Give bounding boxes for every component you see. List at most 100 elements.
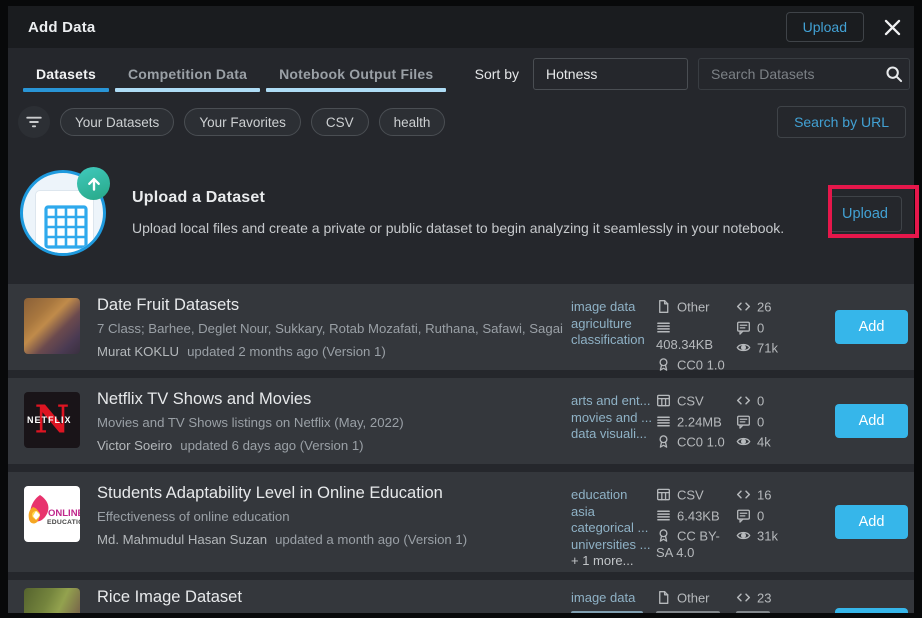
file-icon (656, 591, 677, 606)
license-icon (656, 357, 677, 372)
header-upload-button[interactable]: Upload (786, 12, 864, 42)
tag-link[interactable]: classification (571, 332, 655, 349)
filter-bar: Your Datasets Your Favorites CSV health … (8, 100, 914, 144)
search-by-url-button[interactable]: Search by URL (777, 106, 906, 138)
search-input[interactable] (709, 65, 885, 83)
filter-icon[interactable] (18, 106, 50, 138)
banner-upload-button[interactable]: Upload (828, 196, 902, 232)
dataset-meta-file: CSV 6.43KB CC BY-SA 4.0 (656, 472, 734, 572)
dataset-author[interactable]: Murat KOKLU (97, 344, 179, 359)
dataset-title[interactable]: Students Adaptability Level in Online Ed… (97, 484, 555, 503)
dataset-title[interactable]: Netflix TV Shows and Movies (97, 390, 555, 409)
dataset-thumbnail (24, 298, 80, 354)
search-box (698, 58, 910, 90)
tag-link[interactable]: image data (571, 590, 655, 607)
dataset-thumbnail: N NETFLIX (24, 392, 80, 448)
dataset-author[interactable]: Victor Soeiro (97, 438, 172, 453)
modal-header: Add Data Upload (8, 6, 914, 48)
dataset-meta-stats: 0 0 4k (736, 378, 808, 464)
license-icon (656, 435, 677, 450)
dataset-byline: Victor Soeiroupdated 6 days ago (Version… (97, 438, 555, 453)
tag-link[interactable]: universities ... (571, 537, 655, 554)
comment-icon (736, 320, 757, 335)
tag-link[interactable]: asia (571, 504, 655, 521)
eye-icon (736, 435, 757, 450)
dataset-title[interactable]: Rice Image Dataset (97, 588, 555, 607)
file-icon (656, 300, 677, 315)
modal-title: Add Data (28, 19, 95, 36)
tag-link[interactable]: categorical ... (571, 520, 655, 537)
size-icon (656, 508, 677, 523)
tag-link[interactable]: movies and ... (571, 410, 655, 427)
size-icon (656, 414, 677, 429)
comment-icon (736, 414, 757, 429)
clipped-tag-placeholder (571, 611, 643, 614)
tag-link[interactable]: arts and ent... (571, 393, 655, 410)
dataset-meta-stats: 16 0 31k (736, 472, 808, 572)
dataset-tags: image data agriculture classification (571, 284, 655, 370)
chip-csv[interactable]: CSV (311, 108, 369, 136)
search-icon[interactable] (885, 65, 903, 83)
dataset-grid-icon (43, 200, 89, 250)
dataset-meta-file: Other (656, 580, 734, 613)
dataset-row: N NETFLIX Netflix TV Shows and Movies Mo… (8, 378, 914, 464)
tabs-row: Datasets Competition Data Notebook Outpu… (8, 48, 914, 100)
upload-banner-title: Upload a Dataset (132, 189, 804, 207)
dataset-title[interactable]: Date Fruit Datasets (97, 296, 555, 315)
upload-dataset-icon (20, 170, 108, 258)
close-icon[interactable] (878, 13, 906, 41)
table-icon (656, 394, 677, 409)
add-dataset-button[interactable]: Add (835, 505, 908, 539)
dataset-byline: Md. Mahmudul Hasan Suzanupdated a month … (97, 532, 555, 547)
chip-health[interactable]: health (379, 108, 446, 136)
dataset-thumbnail: ONLINE EDUCATION (24, 486, 80, 542)
dataset-thumbnail (24, 588, 80, 613)
dataset-tags: arts and ent... movies and ... data visu… (571, 378, 655, 464)
dataset-tags: education asia categorical ... universit… (571, 472, 655, 572)
dataset-byline: Murat KOKLUupdated 2 months ago (Version… (97, 344, 555, 359)
tab-datasets[interactable]: Datasets (20, 48, 112, 100)
tag-link[interactable]: image data (571, 299, 655, 316)
tag-link[interactable]: data visuali... (571, 426, 655, 443)
comment-icon (736, 508, 757, 523)
dataset-meta-stats: 26 0 71k (736, 284, 808, 370)
dataset-subtitle: Movies and TV Shows listings on Netflix … (97, 415, 555, 430)
dataset-meta-file: CSV 2.24MB CC0 1.0 (656, 378, 734, 464)
sort-select[interactable]: Hotness (533, 58, 688, 90)
chip-your-favorites[interactable]: Your Favorites (184, 108, 301, 136)
add-dataset-button[interactable]: Add (835, 404, 908, 438)
code-icon (736, 300, 757, 315)
dataset-author[interactable]: Md. Mahmudul Hasan Suzan (97, 532, 267, 547)
tag-link[interactable]: agriculture (571, 316, 655, 333)
dataset-row: Date Fruit Datasets 7 Class; Barhee, Deg… (8, 284, 914, 370)
sort-by-label: Sort by (475, 66, 519, 82)
upload-banner: Upload a Dataset Upload local files and … (8, 144, 914, 284)
size-icon (656, 320, 677, 335)
dataset-meta-file: Other 408.34KB CC0 1.0 (656, 284, 734, 370)
dataset-subtitle: Effectiveness of online education (97, 509, 555, 524)
chip-your-datasets[interactable]: Your Datasets (60, 108, 174, 136)
add-dataset-button[interactable]: Add (835, 608, 908, 613)
code-icon (736, 488, 757, 503)
dataset-meta-stats: 23 (736, 580, 808, 613)
tag-link[interactable]: education (571, 487, 655, 504)
tab-competition-data[interactable]: Competition Data (112, 48, 263, 100)
more-tags-link[interactable]: + 1 more... (571, 553, 655, 570)
clipped-meta-placeholder (656, 611, 720, 613)
add-data-modal: Add Data Upload Datasets Competition Dat… (8, 6, 914, 613)
eye-icon (736, 529, 757, 544)
dataset-tags: image data (571, 580, 655, 613)
code-icon (736, 591, 757, 606)
dataset-row: Rice Image Dataset image data Other 23 A… (8, 580, 914, 613)
upload-banner-description: Upload local files and create a private … (132, 218, 804, 240)
tab-notebook-output-files[interactable]: Notebook Output Files (263, 48, 449, 100)
dataset-subtitle: 7 Class; Barhee, Deglet Nour, Sukkary, R… (97, 321, 555, 336)
table-icon (656, 488, 677, 503)
upload-arrow-icon (77, 167, 110, 200)
eye-icon (736, 341, 757, 356)
clipped-meta-placeholder (736, 611, 770, 613)
dataset-row: ONLINE EDUCATION Students Adaptability L… (8, 472, 914, 572)
add-dataset-button[interactable]: Add (835, 310, 908, 344)
code-icon (736, 394, 757, 409)
license-icon (656, 529, 677, 544)
